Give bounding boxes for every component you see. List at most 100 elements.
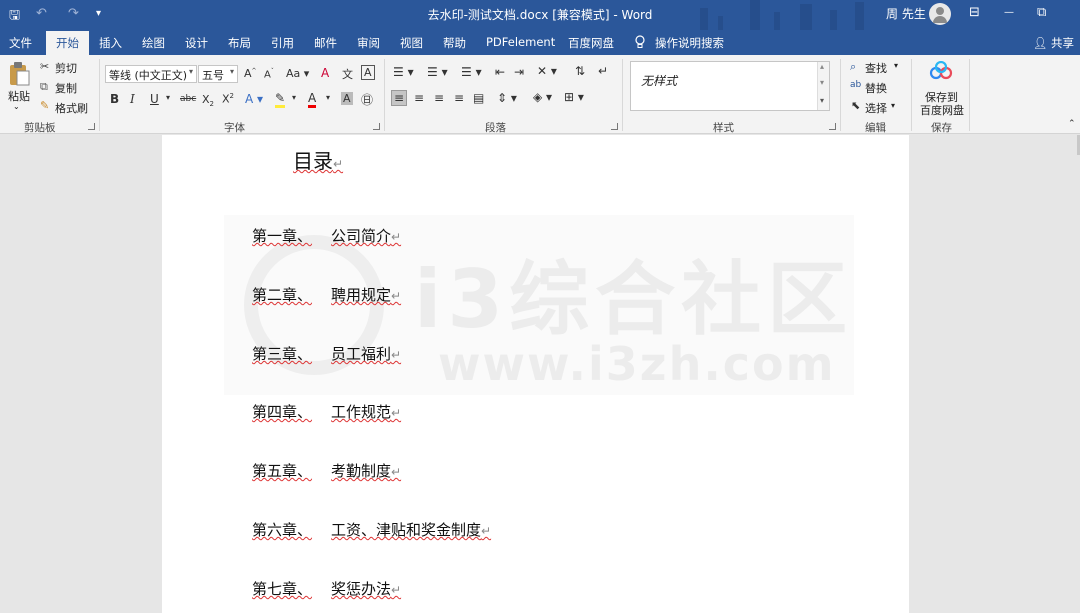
tab-help[interactable]: 帮助	[443, 35, 466, 51]
chevron-down-icon[interactable]: ▾	[292, 93, 296, 102]
tab-view[interactable]: 视图	[400, 35, 423, 51]
chevron-down-icon[interactable]: ▾	[166, 93, 170, 102]
avatar[interactable]	[929, 3, 951, 25]
tab-insert[interactable]: 插入	[99, 35, 122, 51]
tab-layout[interactable]: 布局	[228, 35, 251, 51]
collapse-ribbon-icon[interactable]: ⌃	[1068, 119, 1076, 129]
more-styles-icon[interactable]: ▾	[820, 96, 824, 105]
tab-review[interactable]: 审阅	[357, 35, 380, 51]
toc-entry[interactable]: 第五章、 考勤制度↵	[252, 460, 401, 481]
styles-scroll[interactable]: ▴ ▾ ▾	[817, 62, 829, 110]
increase-indent-icon[interactable]: ⇥	[514, 65, 524, 79]
cut-button[interactable]: 剪切	[55, 60, 77, 76]
chevron-down-icon[interactable]: ▾	[326, 93, 330, 102]
restore-icon[interactable]: ⧉	[1037, 5, 1046, 20]
toc-entry[interactable]: 第三章、 员工福利↵	[252, 343, 401, 364]
chevron-down-icon[interactable]: ▾	[891, 101, 895, 110]
paste-icon[interactable]	[8, 61, 30, 87]
strikethrough-icon[interactable]: abc	[180, 94, 196, 104]
tab-mailings[interactable]: 邮件	[314, 35, 337, 51]
format-painter-button[interactable]: 格式刷	[55, 100, 88, 116]
tab-baidu-netdisk[interactable]: 百度网盘	[568, 35, 614, 51]
font-launcher-icon[interactable]	[373, 123, 380, 130]
paragraph-mark: ↵	[391, 406, 402, 420]
italic-icon[interactable]: I	[130, 92, 135, 106]
chevron-down-icon[interactable]: ▾	[894, 61, 898, 70]
paragraph-launcher-icon[interactable]	[611, 123, 618, 130]
toc-entry[interactable]: 第七章、 奖惩办法↵	[252, 578, 401, 599]
font-color-icon[interactable]: A	[308, 91, 317, 108]
toc-entry[interactable]: 第一章、 公司简介↵	[252, 225, 401, 246]
toc-entry[interactable]: 第四章、 工作规范↵	[252, 401, 401, 422]
minimize-icon[interactable]: —	[1004, 7, 1014, 18]
styles-launcher-icon[interactable]	[829, 123, 836, 130]
bullets-icon[interactable]: ☰ ▾	[393, 65, 414, 79]
highlight-icon[interactable]: ✎	[275, 91, 286, 108]
superscript-icon[interactable]: X2	[222, 92, 234, 106]
asian-layout-icon[interactable]: ✕ ▾	[537, 64, 557, 78]
font-name-select[interactable]: 等线 (中文正文) ▾	[105, 65, 197, 83]
subscript-icon[interactable]: X2	[202, 93, 214, 108]
chevron-up-icon[interactable]: ▴	[820, 62, 824, 71]
find-button[interactable]: 查找	[865, 60, 887, 76]
baidu-cloud-icon[interactable]	[929, 60, 953, 84]
paste-dropdown-icon[interactable]: ⌄	[13, 102, 20, 111]
watermark-url: www.i3zh.com	[438, 337, 836, 391]
grow-font-icon[interactable]: A^	[244, 67, 257, 80]
align-right-icon[interactable]: ≡	[434, 91, 444, 105]
style-no-style[interactable]: 无样式	[641, 72, 677, 89]
user-name[interactable]: 周 先生	[886, 5, 926, 22]
character-shading-icon[interactable]: A	[341, 92, 353, 105]
share-button[interactable]: 👤︎ 共享	[1033, 35, 1074, 51]
tab-file[interactable]: 文件	[9, 35, 32, 51]
title-bar: 🖫 ↶ ↷ ▾ 去水印-测试文档.docx [兼容模式] - Word 周 先生…	[0, 0, 1080, 30]
tab-draw[interactable]: 绘图	[142, 35, 165, 51]
multilevel-list-icon[interactable]: ☰ ▾	[461, 65, 482, 79]
show-formatting-marks-icon[interactable]: ↵	[598, 64, 608, 78]
phonetic-guide-icon[interactable]: 文	[342, 66, 353, 82]
justify-icon[interactable]: ≡	[454, 91, 464, 105]
clipboard-launcher-icon[interactable]	[88, 123, 95, 130]
paragraph-mark: ↵	[391, 230, 402, 244]
group-label-font: 字体	[224, 122, 245, 134]
tab-design[interactable]: 设计	[185, 35, 208, 51]
line-spacing-icon[interactable]: ⇕ ▾	[497, 91, 517, 105]
change-case-icon[interactable]: Aa ▾	[286, 67, 309, 80]
toc-entry[interactable]: 第二章、 聘用规定↵	[252, 284, 401, 305]
tab-home[interactable]: 开始	[46, 31, 89, 55]
decrease-indent-icon[interactable]: ⇤	[495, 65, 505, 79]
styles-gallery[interactable]: 无样式 ▴ ▾ ▾	[630, 61, 830, 111]
tab-pdfelement[interactable]: PDFelement	[486, 35, 555, 49]
divider	[384, 59, 385, 131]
toc-title[interactable]: 目录↵	[293, 145, 343, 174]
replace-button[interactable]: 替换	[865, 80, 887, 96]
tell-me-search[interactable]: 操作说明搜索	[655, 35, 724, 51]
document-canvas[interactable]: i3综合社区 www.i3zh.com 目录↵ 第一章、 公司简介↵ 第二章、 聘用…	[0, 135, 1080, 613]
bold-icon[interactable]: B	[110, 92, 119, 106]
enclose-characters-icon[interactable]: ㊐	[361, 91, 373, 108]
underline-icon[interactable]: U	[150, 92, 159, 106]
font-size-select[interactable]: 五号 ▾	[198, 65, 238, 83]
shading-icon[interactable]: ◈ ▾	[533, 90, 552, 104]
select-button[interactable]: 选择	[865, 100, 887, 116]
character-border-icon[interactable]: A	[361, 65, 375, 80]
copy-button[interactable]: 复制	[55, 80, 77, 96]
chevron-down-icon[interactable]: ▾	[820, 78, 824, 87]
document-page[interactable]: i3综合社区 www.i3zh.com 目录↵ 第一章、 公司简介↵ 第二章、 聘用…	[162, 135, 909, 613]
text-effects-icon[interactable]: A ▾	[245, 92, 263, 106]
shrink-font-icon[interactable]: Aˇ	[264, 68, 274, 80]
toc-entry[interactable]: 第六章、 工资、津贴和奖金制度↵	[252, 519, 491, 540]
clear-formatting-icon[interactable]: A	[321, 66, 329, 80]
sort-icon[interactable]: ⇅	[575, 64, 585, 78]
ribbon-display-options-icon[interactable]: ⊟	[969, 5, 980, 20]
group-label-clipboard: 剪贴板	[24, 122, 56, 134]
save-to-baidu-label[interactable]: 百度网盘	[920, 102, 964, 118]
tab-references[interactable]: 引用	[271, 35, 294, 51]
paragraph-mark: ↵	[333, 157, 344, 171]
group-label-styles: 样式	[713, 122, 734, 134]
distributed-icon[interactable]: ▤	[473, 91, 484, 105]
align-center-icon[interactable]: ≡	[414, 91, 424, 105]
align-left-icon[interactable]: ≡	[391, 90, 408, 106]
borders-icon[interactable]: ⊞ ▾	[564, 90, 584, 104]
numbering-icon[interactable]: ☰ ▾	[427, 65, 448, 79]
